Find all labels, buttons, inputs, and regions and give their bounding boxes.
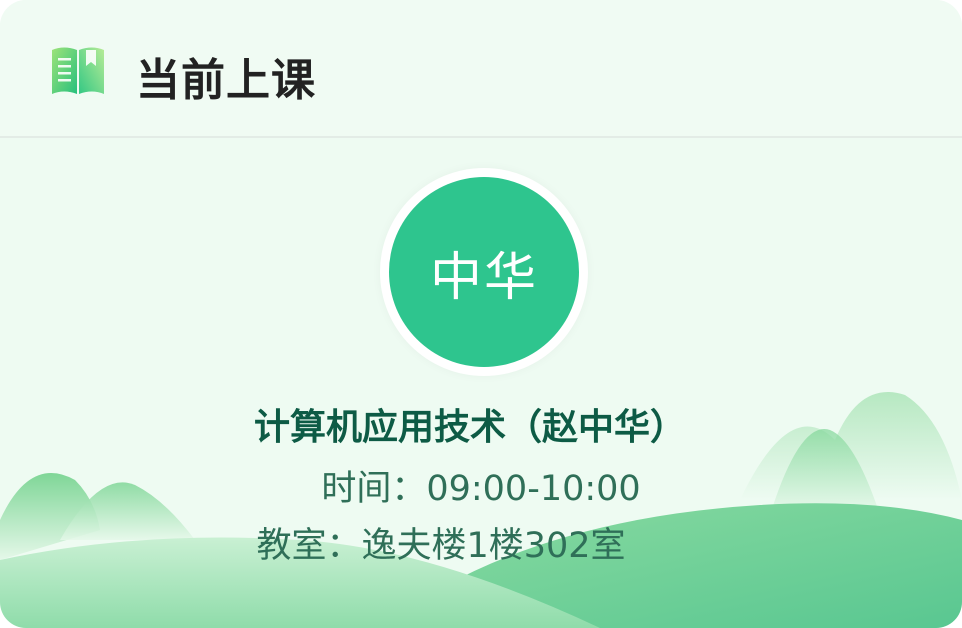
card-header: 当前上课	[0, 0, 962, 138]
room-label: 教室：	[256, 526, 362, 566]
course-name: 计算机应用技术（赵中华）	[253, 407, 686, 448]
current-class-card[interactable]: 当前上课 中华 计算机应用技术（赵中华） 时间：09:00-10:00 教室：逸…	[0, 0, 962, 628]
teacher-avatar[interactable]: 中华	[389, 177, 579, 367]
book-icon	[52, 47, 104, 94]
time-label: 时间：	[321, 469, 427, 509]
room-value: 逸夫楼1楼302室	[361, 526, 626, 566]
page-title: 当前上课	[136, 55, 316, 106]
classroom: 教室：逸夫楼1楼302室	[0, 517, 922, 568]
time-value: 09:00-10:00	[426, 469, 641, 509]
class-time: 时间：09:00-10:00	[0, 460, 962, 511]
